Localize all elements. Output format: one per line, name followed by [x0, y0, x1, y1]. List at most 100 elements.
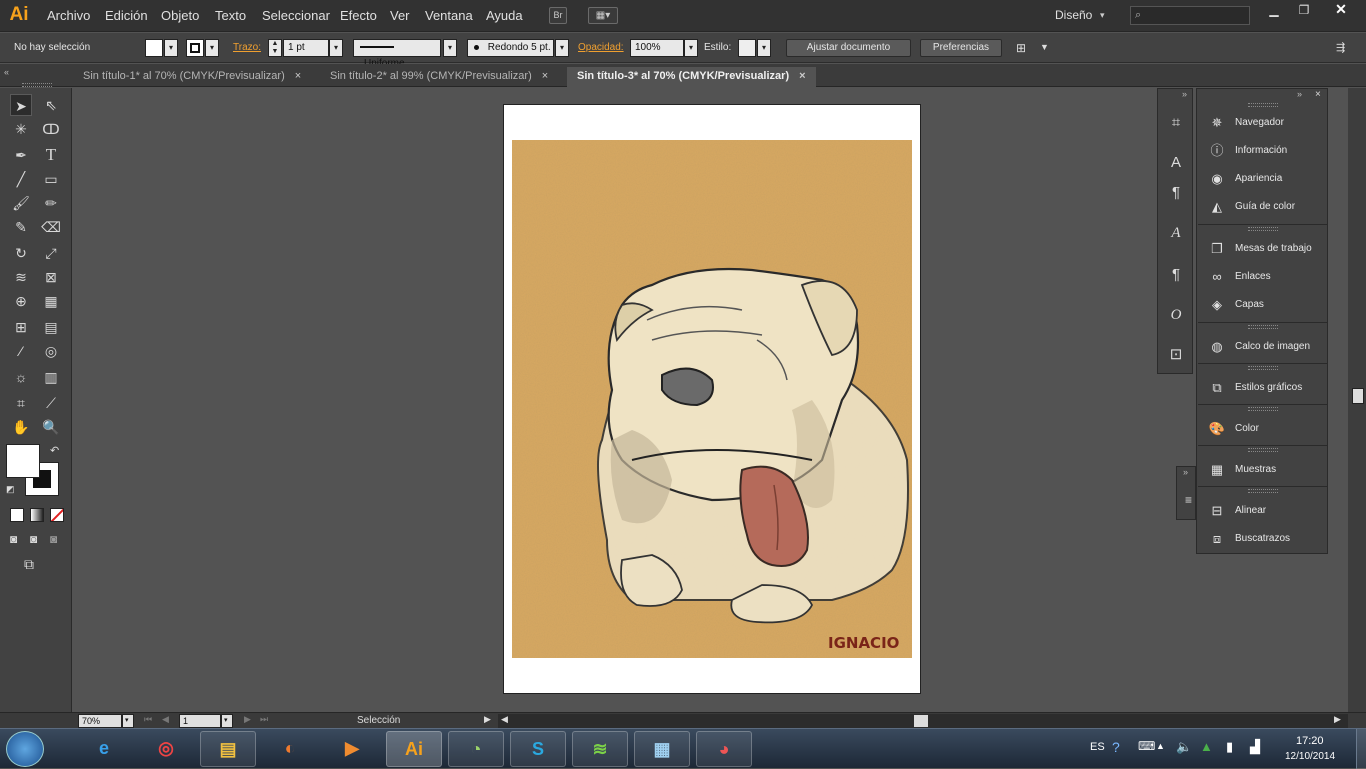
fill-color-box[interactable] [6, 444, 40, 478]
rotate-tool-icon[interactable]: ↻ [10, 242, 32, 264]
stroke-label[interactable]: Trazo: [233, 42, 261, 53]
panel-grip[interactable] [22, 83, 52, 87]
panel-grip[interactable] [1248, 407, 1278, 411]
chrome-icon[interactable]: ◎ [138, 731, 194, 767]
free-transform-tool-icon[interactable]: ⊠ [40, 266, 62, 288]
pencil-tool-icon[interactable]: ✏ [40, 192, 62, 214]
status-menu-icon[interactable]: ▶ [484, 714, 491, 725]
panel-mesas-de-trabajo[interactable]: ❐ Mesas de trabajo [1198, 235, 1327, 263]
panel-grip[interactable] [1248, 448, 1278, 452]
fill-swatch[interactable] [145, 39, 163, 57]
panel-calco-de-imagen[interactable]: ◍ Calco de imagen [1198, 333, 1327, 361]
arrange-icon[interactable]: ⊞ [1016, 41, 1026, 55]
app-taskbar-icon[interactable]: ◔ [448, 731, 504, 767]
volume-icon[interactable]: 🔈 [1176, 739, 1192, 755]
opentype-panel-icon[interactable]: O [1166, 305, 1186, 325]
stroke-weight-dropdown[interactable]: ▾ [329, 39, 343, 57]
close-icon[interactable]: × [799, 70, 805, 82]
shape-builder-tool-icon[interactable]: ⊕ [10, 290, 32, 312]
spotify-icon[interactable]: ≋ [572, 731, 628, 767]
menu-ver[interactable]: Ver [390, 8, 410, 23]
tray-expand-icon[interactable]: ▲ [1156, 741, 1165, 751]
default-colors-icon[interactable]: ◩ [6, 484, 15, 495]
app-taskbar-icon[interactable]: ◕ [696, 731, 752, 767]
zoom-dropdown[interactable]: ▾ [122, 714, 134, 728]
panel-alinear[interactable]: ⊟ Alinear [1198, 497, 1327, 525]
menu-ventana[interactable]: Ventana [425, 8, 473, 23]
none-mode-icon[interactable] [50, 508, 64, 522]
panel-grip[interactable] [1248, 489, 1278, 493]
panel-grip[interactable] [1248, 325, 1278, 329]
show-desktop-button[interactable] [1356, 729, 1366, 769]
color-mode-icon[interactable] [10, 508, 24, 522]
draw-inside-icon[interactable]: ◙ [50, 532, 57, 546]
menu-objeto[interactable]: Objeto [161, 8, 199, 23]
draw-normal-icon[interactable]: ◙ [10, 532, 17, 546]
last-artboard-icon[interactable]: ⏭ [260, 714, 268, 725]
previous-artboard-icon[interactable]: ◀ [162, 714, 169, 725]
language-indicator[interactable]: ES [1090, 741, 1105, 753]
collapse-toolbox-icon[interactable]: « [4, 67, 9, 77]
scroll-left-icon[interactable]: ◀ [501, 714, 508, 725]
transform-panel-icon[interactable]: ⌗ [1166, 113, 1186, 133]
next-artboard-icon[interactable]: ▶ [244, 714, 251, 725]
control-panel-icon[interactable]: ▦ [634, 731, 690, 767]
stroke-weight-input[interactable]: 1 pt [283, 39, 329, 57]
artboard-dropdown[interactable]: ▾ [221, 714, 233, 728]
horizontal-scrollbar[interactable]: ◀ ▶ [498, 714, 1348, 728]
clock-time[interactable]: 17:20 [1296, 735, 1324, 747]
close-window-button[interactable]: ✕ [1324, 1, 1358, 19]
opacity-input[interactable]: 100% [630, 39, 684, 57]
character-panel-icon[interactable]: A [1166, 223, 1186, 243]
fill-dropdown[interactable]: ▾ [164, 39, 178, 57]
screen-mode-icon[interactable]: ⧉ [24, 556, 34, 573]
tab-document-3[interactable]: Sin título-3* al 70% (CMYK/Previsualizar… [567, 67, 816, 87]
character-styles-icon[interactable]: A [1166, 153, 1186, 173]
brush-dropdown[interactable]: ▾ [555, 39, 569, 57]
stroke-profile-select[interactable]: Uniforme [353, 39, 441, 69]
brush-select[interactable]: Redondo 5 pt. [467, 39, 554, 57]
attributes-panel-icon[interactable]: ⊡ [1166, 345, 1186, 365]
artboard-tool-icon[interactable]: ⌗ [10, 392, 32, 414]
file-explorer-icon[interactable]: ▤ [200, 731, 256, 767]
lasso-tool-icon[interactable]: ↀ [40, 118, 62, 140]
perspective-grid-tool-icon[interactable]: ▦ [40, 290, 62, 312]
width-tool-icon[interactable]: ≋ [10, 266, 32, 288]
paintbrush-tool-icon[interactable]: 🖌 [10, 192, 32, 214]
chevron-down-icon[interactable]: ▼ [1040, 42, 1049, 52]
draw-behind-icon[interactable]: ◙ [30, 532, 37, 546]
artboard-number-input[interactable]: 1 [179, 714, 221, 728]
help-icon[interactable]: ? [1112, 739, 1120, 755]
hand-tool-icon[interactable]: ✋ [10, 416, 32, 438]
menu-efecto[interactable]: Efecto [340, 8, 377, 23]
gradient-tool-icon[interactable]: ▤ [40, 316, 62, 338]
stroke-swatch[interactable] [186, 39, 204, 57]
eraser-tool-icon[interactable]: ⌫ [40, 216, 62, 238]
line-tool-icon[interactable]: ╱ [10, 168, 32, 190]
vertical-scrollbar[interactable] [1348, 88, 1366, 712]
close-icon[interactable]: × [295, 70, 301, 82]
panel-grip[interactable] [1248, 103, 1278, 107]
paragraph-panel-icon[interactable]: ¶ [1166, 265, 1186, 285]
tab-document-1[interactable]: Sin título-1* al 70% (CMYK/Previsualizar… [73, 67, 311, 87]
scroll-right-icon[interactable]: ▶ [1334, 714, 1341, 725]
stroke-profile-dropdown[interactable]: ▾ [443, 39, 457, 57]
symbol-sprayer-tool-icon[interactable]: ☼ [10, 366, 32, 388]
panel-informacion[interactable]: ⓘ Información [1198, 137, 1327, 165]
expand-panels-icon[interactable]: » [1182, 89, 1187, 99]
opacity-label[interactable]: Opacidad: [578, 42, 624, 53]
style-swatch[interactable] [738, 39, 756, 57]
menu-edicion[interactable]: Edición [105, 8, 148, 23]
panel-guia-de-color[interactable]: ◭ Guía de color [1198, 193, 1327, 221]
scale-tool-icon[interactable]: ⤢ [40, 242, 62, 264]
zoom-tool-icon[interactable]: 🔍 [40, 416, 62, 438]
restore-button[interactable]: ❐ [1292, 3, 1316, 19]
opacity-dropdown[interactable]: ▾ [684, 39, 698, 57]
stroke-dropdown[interactable]: ▾ [205, 39, 219, 57]
panel-buscatrazos[interactable]: ⧈ Buscatrazos [1198, 525, 1327, 553]
panel-enlaces[interactable]: ∞ Enlaces [1198, 263, 1327, 291]
menu-seleccionar[interactable]: Seleccionar [262, 8, 330, 23]
menu-ayuda[interactable]: Ayuda [486, 8, 523, 23]
panel-color[interactable]: 🎨 Color [1198, 415, 1327, 443]
selection-tool-icon[interactable]: ➤ [10, 94, 32, 116]
